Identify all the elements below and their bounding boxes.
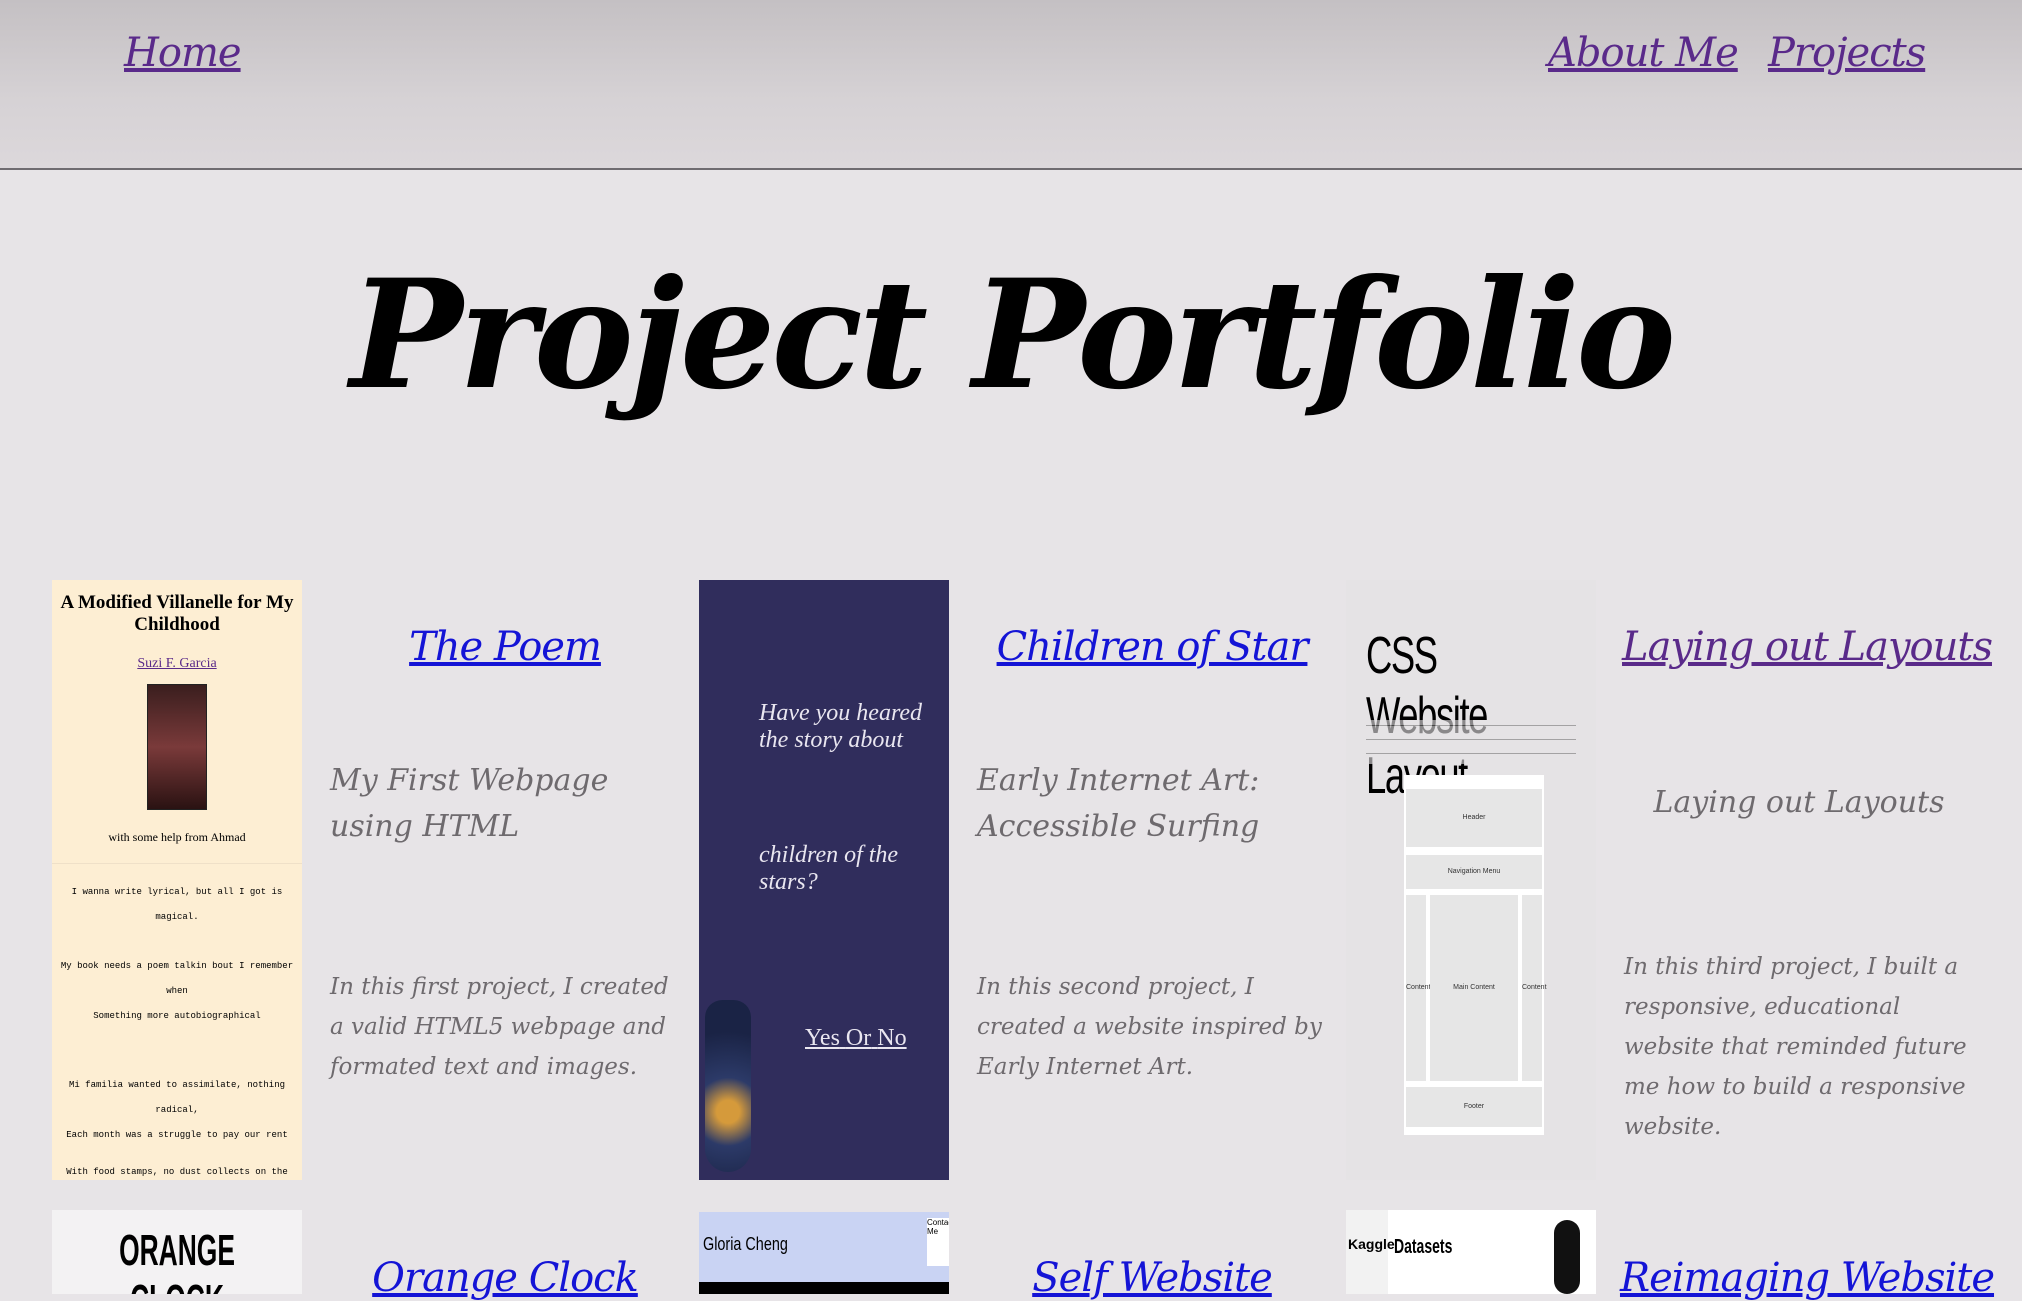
poem-author: Suzi F. Garcia <box>137 656 217 671</box>
css-body-text <box>1366 720 1576 764</box>
project-title-self-website[interactable]: Self Website <box>972 1255 1332 1301</box>
orange-clock-text: ORANGE CLOCK <box>119 1226 235 1294</box>
project-thumbnail-css[interactable]: CSS Website Layout Header Navigation Men… <box>1346 580 1596 1180</box>
layout-header: Header <box>1406 789 1542 847</box>
nav-projects-link[interactable]: Projects <box>1768 30 1926 76</box>
datasets-heading: Datasets <box>1394 1236 1453 1258</box>
portrait-image <box>147 684 207 810</box>
or-text: Or <box>845 1025 872 1051</box>
project-thumbnail-orange-clock[interactable]: ORANGE CLOCK <box>52 1210 302 1294</box>
project-description: In this first project, I created a valid… <box>330 974 669 1080</box>
project-description: In this second project, I created a webs… <box>977 974 1322 1080</box>
star-jar-image <box>705 1000 751 1172</box>
layout-nav: Navigation Menu <box>1406 855 1542 889</box>
divider <box>52 863 302 864</box>
site-bar <box>699 1282 949 1294</box>
nav-about-link[interactable]: About Me <box>1548 30 1739 76</box>
stars-line: Have you heared the story about <box>759 700 923 753</box>
layout-main: Main Content <box>1430 895 1518 1081</box>
layout-footer: Footer <box>1406 1087 1542 1127</box>
illustration <box>1554 1220 1580 1294</box>
poem-line: Mi familia wanted to assimilate, nothing… <box>68 1080 286 1115</box>
project-title-layouts[interactable]: Laying out Layouts <box>1617 624 1997 670</box>
poem-heading: A Modified Villanelle for My Childhood <box>60 592 294 635</box>
project-subtitle: My First Webpage using HTML <box>330 763 609 844</box>
top-nav: Home About Me Projects <box>0 0 2022 170</box>
nav-home-link[interactable]: Home <box>124 30 242 76</box>
page-title: Project Portfolio <box>349 247 1676 423</box>
project-title-orange-clock[interactable]: Orange Clock <box>325 1255 685 1301</box>
poem-credit: with some help from Ahmad <box>108 830 246 844</box>
yes-or-no: Yes Or No <box>805 1025 907 1052</box>
poem-line: With food stamps, no dust collects on th… <box>66 1167 288 1177</box>
layout-diagram: Header Navigation Menu Content Main Cont… <box>1404 775 1547 1135</box>
no-link[interactable]: No <box>877 1025 906 1051</box>
self-site-name: Gloria Cheng <box>703 1234 788 1254</box>
layout-content-left: Content <box>1406 895 1431 1081</box>
project-subtitle: Laying out Layouts <box>1653 785 1945 820</box>
project-title-reimaging[interactable]: Reimaging Website <box>1617 1255 1997 1301</box>
poem-line: Each month was a struggle to pay our ren… <box>66 1130 288 1140</box>
poem-line: Something more autobiographical <box>93 1011 261 1021</box>
layout-content-right: Content <box>1522 895 1547 1081</box>
yes-link[interactable]: Yes <box>805 1025 840 1051</box>
poem-line: My book needs a poem talkin bout I remem… <box>60 961 294 996</box>
kaggle-logo: Kaggle <box>1348 1236 1395 1252</box>
project-title-poem[interactable]: The Poem <box>325 624 685 670</box>
project-description: In this third project, I built a respons… <box>1624 954 1967 1140</box>
project-thumbnail-reimaging[interactable]: Kaggle Datasets <box>1346 1210 1596 1294</box>
project-title-children[interactable]: Children of Star <box>972 624 1332 670</box>
project-thumbnail-poem[interactable]: A Modified Villanelle for My Childhood S… <box>52 580 302 1180</box>
project-subtitle: Early Internet Art: Accessible Surfing <box>977 763 1260 844</box>
project-thumbnail-self-website[interactable]: Gloria Cheng Contact Me <box>699 1212 949 1294</box>
stars-line: children of the stars? <box>759 842 899 895</box>
kaggle-sidebar <box>1346 1210 1388 1294</box>
contact-button: Contact Me <box>927 1218 949 1266</box>
poem-line: I wanna write lyrical, but all I got is … <box>71 887 283 922</box>
project-thumbnail-stars[interactable]: Have you heared the story about children… <box>699 580 949 1180</box>
